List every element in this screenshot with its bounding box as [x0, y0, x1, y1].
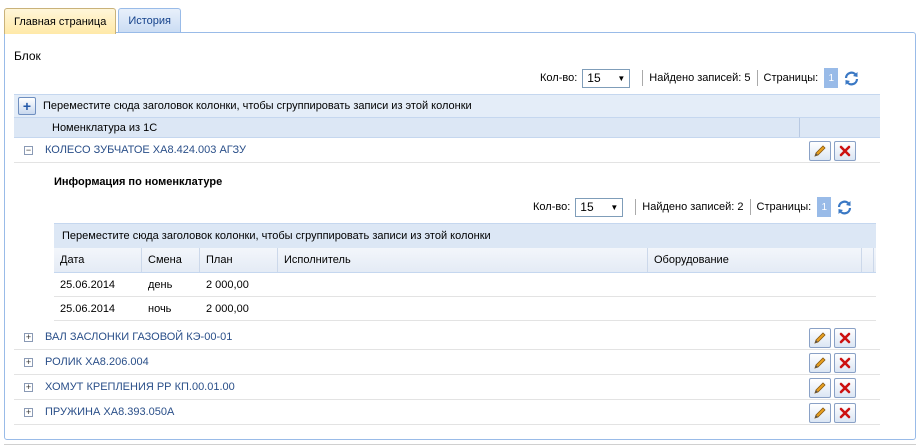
table-row[interactable]: + РОЛИК ХА8.206.004 — [14, 350, 880, 375]
pencil-icon[interactable] — [809, 328, 831, 348]
nomenclature-name[interactable]: КОЛЕСО ЗУБЧАТОЕ ХА8.424.003 АГЗУ — [45, 144, 246, 156]
pages-label: Страницы: — [763, 72, 819, 84]
table-row[interactable]: + ХОМУТ КРЕПЛЕНИЯ РР КП.00.01.00 — [14, 375, 880, 400]
separator — [642, 70, 644, 86]
main-grid-rest: + ВАЛ ЗАСЛОНКИ ГАЗОВОЙ КЭ-00-01 + РОЛИК … — [14, 325, 880, 425]
table-row[interactable]: + ВАЛ ЗАСЛОНКИ ГАЗОВОЙ КЭ-00-01 — [14, 325, 880, 350]
row-actions — [809, 378, 856, 398]
pencil-icon[interactable] — [809, 378, 831, 398]
page-size-select[interactable]: 15 ▼ — [582, 68, 631, 88]
column-header-nomenclature[interactable]: Номенклатура из 1С — [14, 118, 800, 137]
page-size-select[interactable]: 15 ▼ — [575, 197, 624, 217]
nomenclature-name[interactable]: ХОМУТ КРЕПЛЕНИЯ РР КП.00.01.00 — [45, 381, 235, 393]
pencil-icon[interactable] — [809, 403, 831, 423]
close-icon[interactable] — [834, 328, 856, 348]
tab-main-page[interactable]: Главная страница — [4, 8, 117, 34]
cell-plan: 2 000,00 — [206, 278, 249, 291]
cell-date: 25.06.2014 — [60, 278, 116, 291]
detail-title: Информация по номенклатуре — [54, 176, 223, 188]
row-actions — [809, 141, 856, 161]
separator — [756, 70, 758, 86]
cell-plan: 2 000,00 — [206, 302, 249, 315]
close-icon[interactable] — [834, 378, 856, 398]
tab-bar: Главная страница История — [4, 8, 183, 34]
column-header-executor[interactable]: Исполнитель — [278, 248, 648, 272]
column-header-row: Дата Смена План Исполнитель Оборудование — [54, 248, 876, 273]
column-header-equipment[interactable]: Оборудование — [648, 248, 862, 272]
row-actions — [809, 328, 856, 348]
group-by-bar[interactable]: Переместите сюда заголовок колонки, чтоб… — [54, 223, 876, 248]
cell-shift: день — [148, 278, 173, 291]
row-actions — [809, 353, 856, 373]
pencil-icon[interactable] — [809, 353, 831, 373]
dropdown-arrow-icon: ▼ — [610, 202, 619, 212]
nomenclature-name[interactable]: РОЛИК ХА8.206.004 — [45, 356, 149, 368]
group-hint: Переместите сюда заголовок колонки, чтоб… — [43, 100, 472, 112]
refresh-icon[interactable] — [836, 199, 853, 216]
main-pager: Кол-во: 15 ▼ Найдено записей: 5 Страницы… — [540, 68, 860, 88]
column-header-shift[interactable]: Смена — [142, 248, 200, 272]
cell-executor — [278, 297, 648, 320]
pages-label: Страницы: — [756, 201, 812, 213]
cell-executor — [278, 273, 648, 296]
detail-pager: Кол-во: 15 ▼ Найдено записей: 2 Страницы… — [533, 197, 853, 217]
pencil-icon[interactable] — [809, 141, 831, 161]
separator — [749, 199, 751, 215]
table-row[interactable]: 25.06.2014 ночь 2 000,00 — [54, 297, 876, 321]
page-1-button[interactable]: 1 — [824, 68, 839, 88]
close-icon[interactable] — [834, 403, 856, 423]
table-row[interactable]: + ПРУЖИНА ХА8.393.050А — [14, 400, 880, 425]
column-header-row: Номенклатура из 1С — [14, 118, 880, 138]
row-actions — [809, 403, 856, 423]
expand-icon[interactable]: + — [24, 332, 33, 342]
close-icon[interactable] — [834, 353, 856, 373]
found-records: Найдено записей: 2 — [642, 201, 744, 213]
page-size-value: 15 — [580, 200, 594, 214]
group-by-bar[interactable]: + Переместите сюда заголовок колонки, чт… — [14, 94, 880, 118]
dropdown-arrow-icon: ▼ — [617, 73, 626, 83]
block-title: Блок — [14, 49, 41, 63]
plus-icon[interactable]: + — [18, 97, 36, 115]
group-hint: Переместите сюда заголовок колонки, чтоб… — [62, 230, 491, 242]
main-grid: + Переместите сюда заголовок колонки, чт… — [14, 94, 880, 163]
found-records: Найдено записей: 5 — [649, 72, 751, 84]
separator — [635, 199, 637, 215]
nomenclature-name[interactable]: ВАЛ ЗАСЛОНКИ ГАЗОВОЙ КЭ-00-01 — [45, 331, 232, 343]
expand-icon[interactable]: + — [24, 382, 33, 392]
count-label: Кол-во: — [533, 201, 571, 213]
page-1-button[interactable]: 1 — [817, 197, 832, 217]
page-size-value: 15 — [587, 71, 601, 85]
tab-history[interactable]: История — [118, 8, 182, 33]
bottom-divider — [4, 444, 916, 445]
detail-grid: Переместите сюда заголовок колонки, чтоб… — [54, 223, 876, 321]
column-header-spacer — [862, 248, 874, 272]
expand-icon[interactable]: + — [24, 357, 33, 367]
cell-equipment — [648, 297, 862, 320]
close-icon[interactable] — [834, 141, 856, 161]
nomenclature-name[interactable]: ПРУЖИНА ХА8.393.050А — [45, 406, 174, 418]
collapse-icon[interactable]: − — [24, 145, 33, 155]
count-label: Кол-во: — [540, 72, 578, 84]
expand-icon[interactable]: + — [24, 407, 33, 417]
refresh-icon[interactable] — [843, 70, 860, 87]
table-row[interactable]: 25.06.2014 день 2 000,00 — [54, 273, 876, 297]
cell-date: 25.06.2014 — [60, 302, 116, 315]
column-header-date[interactable]: Дата — [54, 248, 142, 272]
cell-shift: ночь — [148, 302, 172, 315]
column-header-plan[interactable]: План — [200, 248, 278, 272]
cell-equipment — [648, 273, 862, 296]
table-row[interactable]: − КОЛЕСО ЗУБЧАТОЕ ХА8.424.003 АГЗУ — [14, 138, 880, 163]
